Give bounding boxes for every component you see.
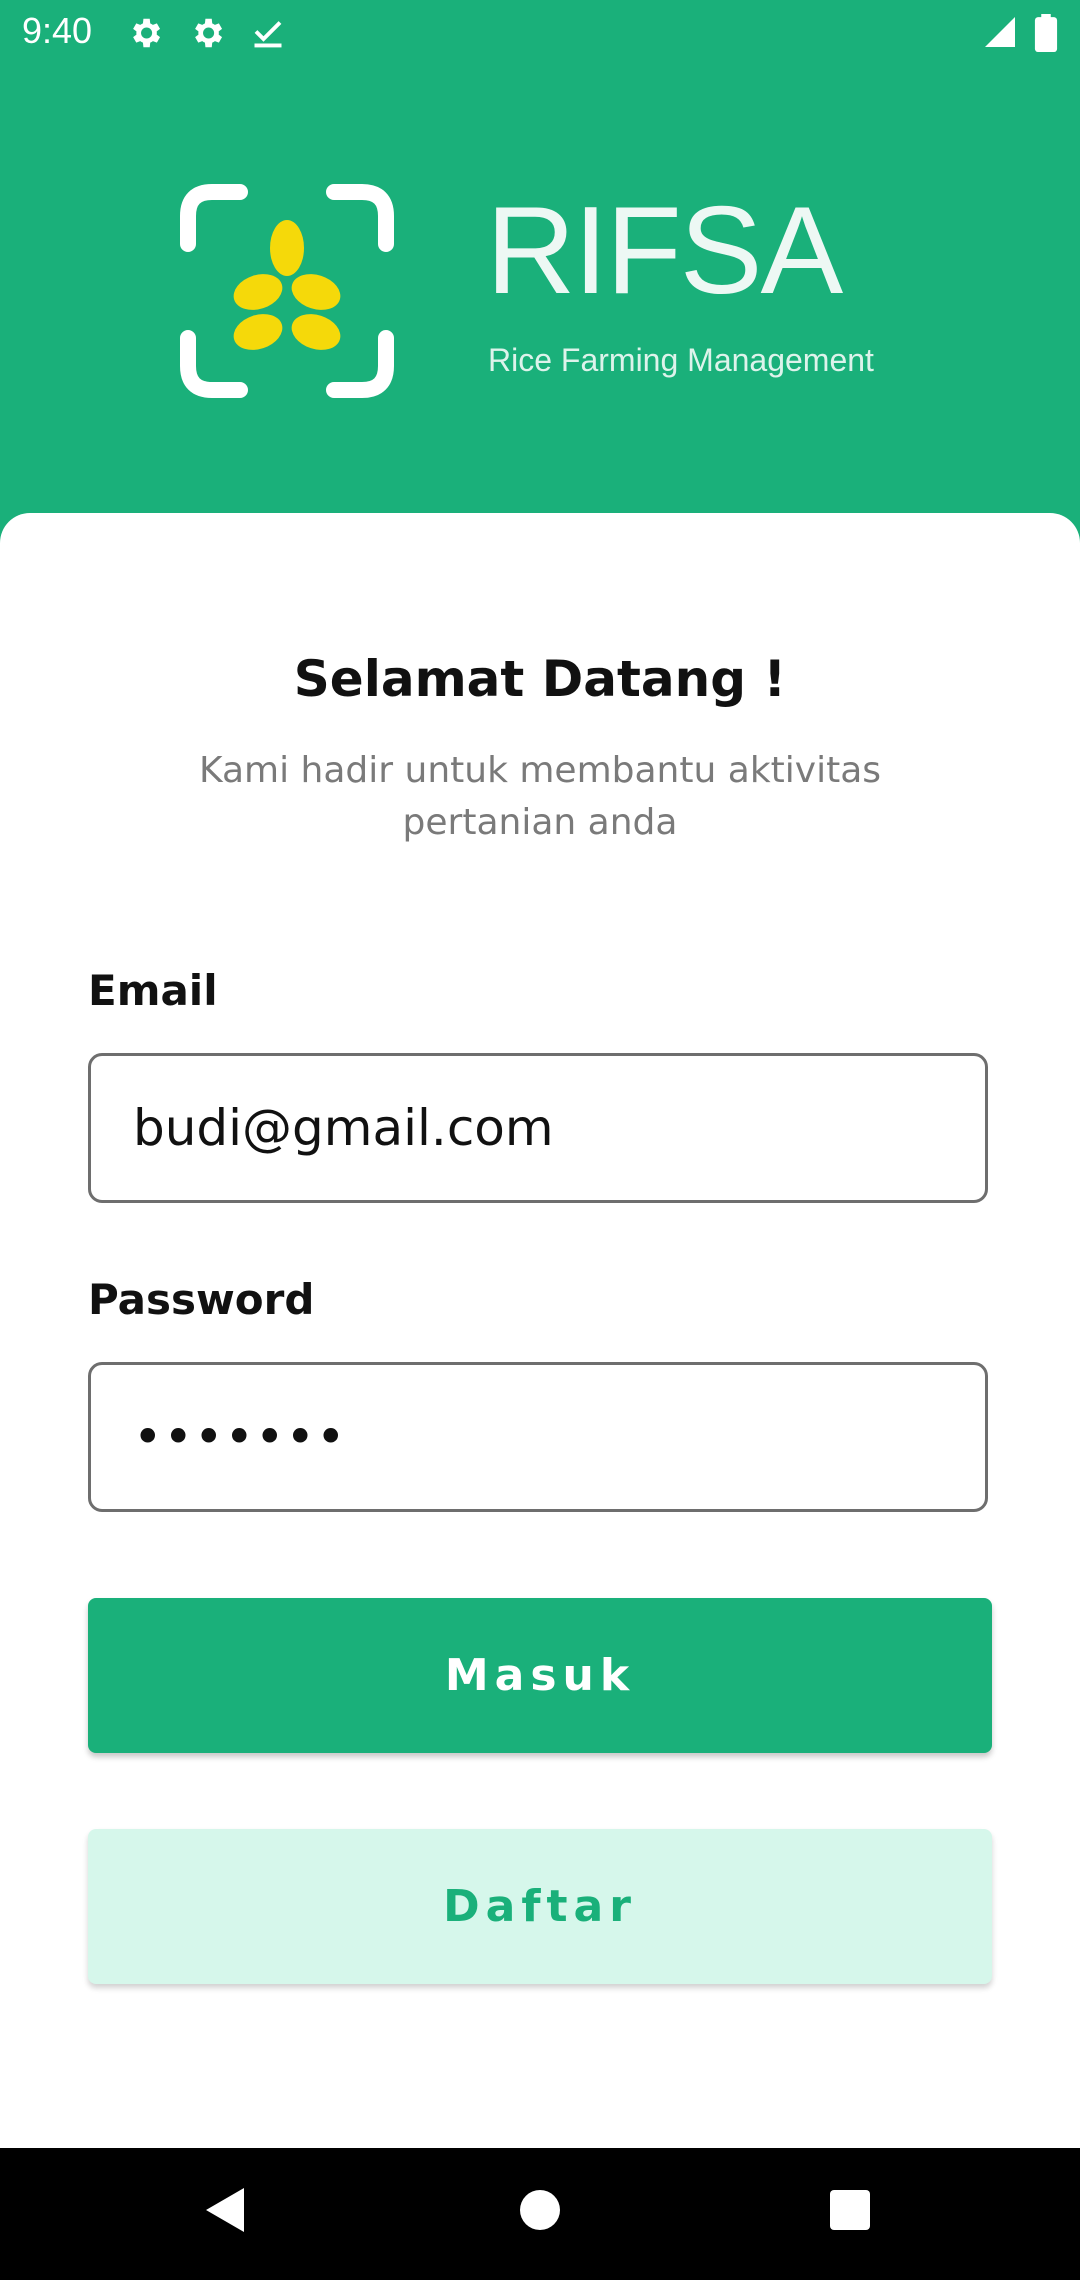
home-icon[interactable] [518,2184,562,2240]
recents-icon[interactable] [828,2184,872,2240]
email-field[interactable]: budi@gmail.com [88,1053,988,1203]
brand-name: RIFSA [486,182,843,320]
status-time: 9:40 [22,10,93,51]
download-done-icon [250,14,286,56]
signal-icon [982,14,1018,54]
rice-grain-scan-logo [178,182,396,404]
welcome-title: Selamat Datang ! [293,650,787,708]
gear-icon [188,14,226,56]
register-button[interactable]: Daftar [88,1829,992,1984]
brand-tagline: Rice Farming Management [488,342,874,378]
password-label: Password [88,1275,315,1324]
brand-header: RIFSA Rice Farming Management [0,66,1080,513]
back-icon[interactable] [202,2184,248,2240]
email-value: budi@gmail.com [133,1099,554,1157]
login-card: Selamat Datang ! Kami hadir untuk memban… [0,513,1080,2148]
gear-icon [126,14,164,56]
login-button[interactable]: Masuk [88,1598,992,1753]
password-value: ••••••• [133,1408,347,1466]
email-label: Email [88,966,218,1015]
navigation-bar [0,2148,1080,2280]
password-field[interactable]: ••••••• [88,1362,988,1512]
status-bar: 9:40 [0,0,1080,66]
battery-icon [1034,14,1058,56]
welcome-subtitle: Kami hadir untuk membantu aktivitas pert… [198,750,882,843]
